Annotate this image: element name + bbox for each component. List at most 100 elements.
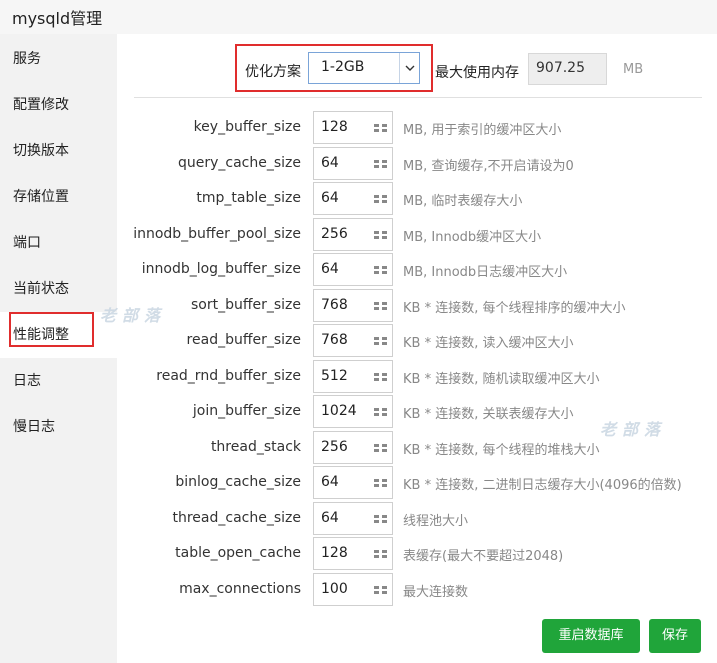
- chevron-down-icon[interactable]: [399, 53, 419, 83]
- param-input[interactable]: 64: [313, 501, 393, 535]
- param-input[interactable]: 256: [313, 430, 393, 464]
- param-description: KB * 连接数, 关联表缓存大小: [403, 407, 574, 422]
- param-row: read_buffer_size 768 KB * 连接数, 读入缓冲区大小: [117, 324, 717, 359]
- param-label: thread_cache_size: [172, 509, 302, 526]
- param-input[interactable]: 768: [313, 324, 393, 357]
- window-title: mysqld管理: [12, 9, 103, 28]
- param-value: 64: [321, 509, 339, 526]
- param-value: 100: [321, 580, 348, 597]
- param-description: MB, 用于索引的缓冲区大小: [403, 123, 562, 138]
- param-input[interactable]: 64: [313, 146, 393, 180]
- spinner-icon[interactable]: [374, 265, 387, 275]
- param-input[interactable]: 64: [313, 182, 393, 215]
- max-mem-label: 最大使用内存: [435, 65, 519, 81]
- param-label: max_connections: [179, 580, 301, 597]
- param-description: KB * 连接数, 每个线程排序的缓冲大小: [403, 300, 626, 316]
- spinner-icon[interactable]: [374, 513, 387, 524]
- spinner-icon[interactable]: [374, 336, 387, 346]
- param-description: KB * 连接数, 读入缓冲区大小: [403, 336, 574, 351]
- spinner-icon[interactable]: [374, 229, 387, 240]
- param-row: thread_cache_size 64 线程池大小: [117, 501, 717, 537]
- spinner-icon[interactable]: [374, 478, 387, 488]
- param-value: 128: [321, 545, 348, 561]
- param-label: read_rnd_buffer_size: [156, 367, 301, 384]
- param-description: KB * 连接数, 随机读取缓冲区大小: [403, 371, 600, 387]
- param-description: MB, 临时表缓存大小: [403, 194, 523, 209]
- param-description: KB * 连接数, 每个线程的堆栈大小: [403, 442, 600, 458]
- param-description: KB * 连接数, 二进制日志缓存大小(4096的倍数): [403, 478, 682, 493]
- divider: [134, 97, 702, 98]
- param-label: tmp_table_size: [196, 190, 301, 206]
- param-input[interactable]: 100: [313, 572, 393, 606]
- param-row: sort_buffer_size 768 KB * 连接数, 每个线程排序的缓冲大小: [117, 288, 717, 324]
- param-value: 64: [321, 474, 339, 490]
- param-value: 64: [321, 261, 339, 277]
- window-titlebar: mysqld管理: [0, 0, 717, 34]
- spinner-icon[interactable]: [374, 549, 387, 559]
- param-description: 线程池大小: [403, 513, 469, 529]
- param-label: innodb_buffer_pool_size: [133, 225, 301, 242]
- param-label: query_cache_size: [177, 154, 301, 171]
- param-input[interactable]: 128: [313, 537, 393, 570]
- param-label: join_buffer_size: [192, 403, 301, 419]
- sidebar-item-slow-log[interactable]: 慢日志: [0, 404, 117, 450]
- param-input[interactable]: 128: [313, 111, 393, 144]
- param-input[interactable]: 768: [313, 288, 393, 322]
- param-value: 64: [321, 154, 339, 171]
- watermark: 老部落: [100, 306, 167, 325]
- spinner-icon[interactable]: [374, 407, 387, 417]
- restart-db-button[interactable]: 重启数据库: [542, 619, 640, 653]
- plan-label: 优化方案: [245, 64, 301, 80]
- param-input[interactable]: 64: [313, 253, 393, 286]
- param-row: read_rnd_buffer_size 512 KB * 连接数, 随机读取缓冲区…: [117, 359, 717, 395]
- max-mem-unit: MB: [623, 62, 644, 77]
- sidebar-item-version[interactable]: 切换版本: [0, 128, 117, 174]
- param-label: innodb_log_buffer_size: [141, 261, 301, 277]
- spinner-icon[interactable]: [374, 300, 387, 311]
- param-input[interactable]: 64: [313, 466, 393, 499]
- param-row: max_connections 100 最大连接数: [117, 572, 717, 608]
- save-button[interactable]: 保存: [649, 619, 701, 653]
- param-row: query_cache_size 64 MB, 查询缓存,不开启请设为0: [117, 146, 717, 182]
- sidebar-item-service[interactable]: 服务: [0, 36, 117, 82]
- param-description: 表缓存(最大不要超过2048): [403, 549, 564, 564]
- max-mem-field: 907.25: [528, 53, 607, 85]
- sidebar-item-config[interactable]: 配置修改: [0, 82, 117, 128]
- param-row: innodb_buffer_pool_size 256 MB, Innodb缓冲区大…: [117, 217, 717, 253]
- plan-select[interactable]: 1-2GB: [308, 52, 420, 84]
- param-value: 1024: [321, 403, 357, 419]
- sidebar: 服务 配置修改 切换版本 存储位置 端口 当前状态 性能调整 日志 慢日志: [0, 34, 117, 663]
- param-label: binlog_cache_size: [175, 474, 301, 490]
- param-row: key_buffer_size 128 MB, 用于索引的缓冲区大小: [117, 111, 717, 146]
- param-value: 768: [321, 332, 348, 348]
- param-input[interactable]: 256: [313, 217, 393, 251]
- param-label: thread_stack: [210, 438, 301, 455]
- watermark: 老部落: [600, 420, 667, 439]
- spinner-icon[interactable]: [374, 194, 387, 204]
- param-row: tmp_table_size 64 MB, 临时表缓存大小: [117, 182, 717, 217]
- sidebar-item-log[interactable]: 日志: [0, 358, 117, 404]
- param-value: 128: [321, 119, 348, 135]
- sidebar-item-storage[interactable]: 存储位置: [0, 174, 117, 220]
- param-input[interactable]: 512: [313, 359, 393, 393]
- spinner-icon[interactable]: [374, 371, 387, 382]
- spinner-icon[interactable]: [374, 584, 387, 595]
- spinner-icon[interactable]: [374, 442, 387, 453]
- spinner-icon[interactable]: [374, 158, 387, 169]
- param-row: table_open_cache 128 表缓存(最大不要超过2048): [117, 537, 717, 572]
- param-value: 512: [321, 367, 348, 384]
- param-label: sort_buffer_size: [190, 296, 301, 313]
- spinner-icon[interactable]: [374, 123, 387, 133]
- param-label: table_open_cache: [175, 545, 301, 561]
- param-description: 最大连接数: [403, 584, 469, 600]
- performance-panel: 优化方案 1-2GB 最大使用内存 907.25 MB key_buffer_s…: [117, 34, 717, 663]
- param-value: 256: [321, 438, 348, 455]
- param-row: innodb_log_buffer_size 64 MB, Innodb日志缓冲区大…: [117, 253, 717, 288]
- param-description: MB, Innodb日志缓冲区大小: [403, 265, 568, 280]
- param-description: MB, 查询缓存,不开启请设为0: [403, 158, 574, 174]
- param-description: MB, Innodb缓冲区大小: [403, 229, 542, 245]
- param-input[interactable]: 1024: [313, 395, 393, 428]
- param-row: binlog_cache_size 64 KB * 连接数, 二进制日志缓存大小(4…: [117, 466, 717, 501]
- sidebar-item-port[interactable]: 端口: [0, 220, 117, 266]
- max-mem-value: 907.25: [536, 60, 585, 76]
